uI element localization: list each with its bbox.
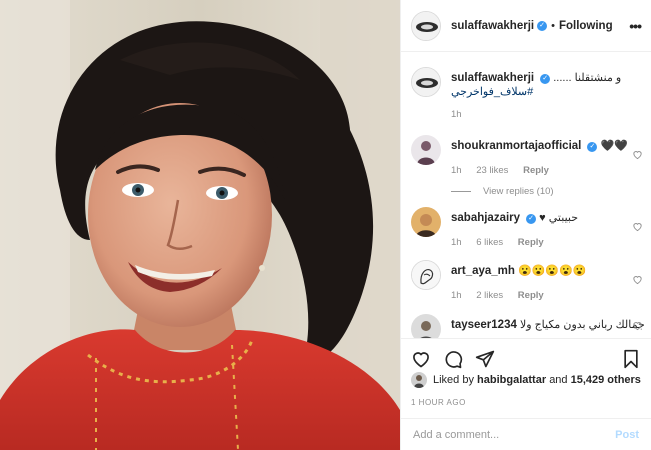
following-button[interactable]: Following bbox=[559, 20, 613, 32]
comment-item: shoukranmortajaofficial ✓ 🖤🖤 1h 23 likes… bbox=[411, 135, 643, 197]
view-replies[interactable]: View replies (10) bbox=[451, 186, 621, 197]
caption-time[interactable]: 1h bbox=[451, 109, 462, 120]
heart-icon[interactable] bbox=[632, 274, 643, 285]
comment-item: sabahjazairy ✓ حبيبتي ♥ 1h 6 likes Reply bbox=[411, 207, 643, 253]
post-photo[interactable] bbox=[0, 0, 400, 450]
comment-likes[interactable]: 6 likes bbox=[476, 237, 503, 248]
caption-username[interactable]: sulaffawakherji bbox=[451, 72, 534, 84]
verified-icon: ✓ bbox=[526, 214, 537, 224]
view-replies-label[interactable]: View replies (10) bbox=[483, 186, 554, 197]
comment-icon[interactable] bbox=[443, 349, 463, 369]
avatar-image bbox=[412, 68, 440, 96]
avatar-image bbox=[411, 135, 441, 165]
post-timestamp[interactable]: 1 HOUR AGO bbox=[411, 398, 466, 407]
author-avatar[interactable] bbox=[411, 67, 441, 97]
reply-button[interactable]: Reply bbox=[518, 290, 544, 301]
author-avatar[interactable] bbox=[411, 10, 441, 41]
liker-username[interactable]: habibgalattar bbox=[477, 374, 546, 386]
avatar-image bbox=[412, 261, 440, 289]
photo-illustration bbox=[0, 0, 400, 450]
post-comment-button[interactable]: Post bbox=[615, 429, 639, 441]
comment-time[interactable]: 1h bbox=[451, 290, 462, 301]
bookmark-icon[interactable] bbox=[621, 349, 641, 369]
comment-username[interactable]: sabahjazairy bbox=[451, 212, 520, 224]
verified-icon: ✓ bbox=[540, 74, 551, 84]
add-comment-bar: Post bbox=[401, 418, 651, 450]
comment-username[interactable]: shoukranmortajaofficial bbox=[451, 140, 581, 152]
likes-prefix: Liked by bbox=[433, 374, 474, 386]
avatar-image bbox=[411, 207, 441, 237]
author-username[interactable]: sulaffawakherji bbox=[451, 20, 534, 32]
post-sidebar: sulaffawakherji ✓ • Following ••• sulaff… bbox=[400, 0, 651, 450]
comment-likes[interactable]: 2 likes bbox=[476, 290, 503, 301]
caption-hashtag[interactable]: #سلاف_فواخرجي bbox=[451, 86, 533, 98]
share-icon[interactable] bbox=[475, 349, 495, 369]
verified-icon: ✓ bbox=[537, 20, 548, 31]
commenter-avatar[interactable] bbox=[411, 314, 441, 338]
separator-dot: • bbox=[551, 19, 555, 32]
reply-button[interactable]: Reply bbox=[523, 165, 549, 176]
comment-text: 😮😮😮😮😮 bbox=[518, 265, 587, 277]
commenter-avatar[interactable] bbox=[411, 135, 441, 165]
heart-icon[interactable] bbox=[411, 349, 431, 369]
comment-likes[interactable]: 23 likes bbox=[476, 165, 508, 176]
reply-button[interactable]: Reply bbox=[518, 237, 544, 248]
comment-item: tayseer1234 جمالك رباني بدون مكياج ولا bbox=[411, 314, 645, 338]
divider bbox=[451, 191, 471, 192]
heart-icon[interactable] bbox=[632, 221, 643, 232]
caption: sulaffawakherji ✓ و منشتقلنا ...... #سلا… bbox=[411, 67, 643, 133]
commenter-avatar[interactable] bbox=[411, 260, 441, 290]
comment-item: art_aya_mh 😮😮😮😮😮 1h 2 likes Reply bbox=[411, 260, 643, 306]
comment-input[interactable] bbox=[413, 428, 616, 441]
comments-list[interactable]: sulaffawakherji ✓ و منشتقلنا ...... #سلا… bbox=[401, 53, 651, 338]
more-icon[interactable]: ••• bbox=[629, 18, 642, 34]
comment-text: جمالك رباني بدون مكياج ولا bbox=[519, 319, 645, 331]
heart-icon[interactable] bbox=[632, 149, 643, 160]
caption-text: و منشتقلنا ...... bbox=[553, 72, 622, 84]
avatar-image bbox=[412, 11, 440, 40]
avatar-image bbox=[411, 314, 441, 338]
comment-time[interactable]: 1h bbox=[451, 237, 462, 248]
comment-username[interactable]: art_aya_mh bbox=[451, 265, 515, 277]
likes-conj: and bbox=[549, 374, 568, 386]
comment-text: 🖤🖤 bbox=[600, 140, 628, 152]
heart-icon[interactable] bbox=[632, 320, 643, 331]
commenter-avatar[interactable] bbox=[411, 207, 441, 237]
verified-icon: ✓ bbox=[587, 142, 598, 152]
likes-summary: Liked by habibgalattar and 15,429 others bbox=[411, 372, 646, 388]
comment-time[interactable]: 1h bbox=[451, 165, 462, 176]
avatar-image bbox=[411, 372, 427, 388]
likes-count[interactable]: 15,429 others bbox=[571, 374, 641, 386]
liker-avatar[interactable] bbox=[411, 372, 427, 388]
comment-username[interactable]: tayseer1234 bbox=[451, 319, 517, 331]
comment-text: حبيبتي ♥ bbox=[539, 212, 579, 224]
post-header: sulaffawakherji ✓ • Following ••• bbox=[401, 0, 651, 52]
